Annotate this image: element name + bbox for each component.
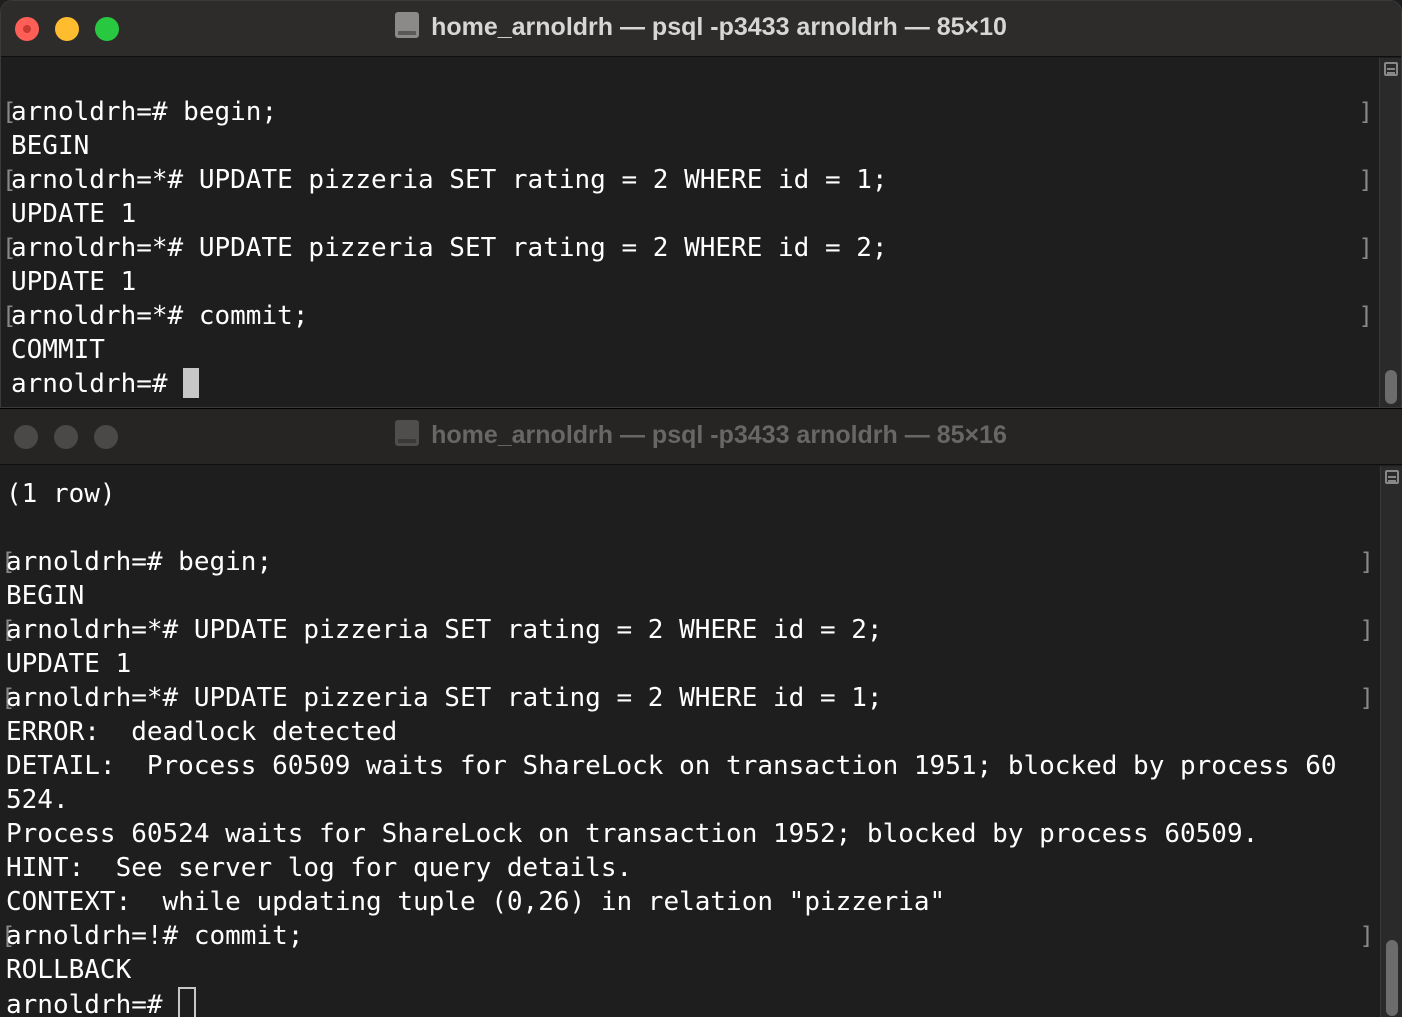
terminal-line: DETAIL: Process 60509 waits for ShareLoc… [0, 749, 1380, 783]
prompt-line[interactable]: arnoldrh=# [0, 987, 1380, 1017]
window-title: home_arnoldrh — psql -p3433 arnoldrh — 8… [0, 420, 1402, 450]
terminal-line: (1 row) [0, 477, 1380, 511]
terminal-line: [] arnoldrh=*# UPDATE pizzeria SET rating… [0, 681, 1380, 715]
terminal-line-text: CONTEXT: while updating tuple (0,26) in … [6, 887, 946, 917]
terminal-line: [] arnoldrh=!# commit; [0, 919, 1380, 953]
terminal-line: [] arnoldrh=*# UPDATE pizzeria SET rating… [1, 163, 1379, 197]
scrollbar[interactable] [1380, 466, 1402, 1017]
title-bar[interactable]: home_arnoldrh — psql -p3433 arnoldrh — 8… [0, 409, 1402, 465]
mark-bracket-right: ] [1358, 234, 1373, 262]
scrollbar-thumb[interactable] [1386, 940, 1398, 1016]
terminal-window-bottom[interactable]: home_arnoldrh — psql -p3433 arnoldrh — 8… [0, 408, 1402, 1017]
terminal-line-text: arnoldrh=# begin; [6, 547, 273, 577]
terminal-line-text: BEGIN [6, 581, 85, 611]
terminal-line: UPDATE 1 [1, 265, 1379, 299]
terminal-line-text: ROLLBACK [6, 955, 132, 985]
scrollbar[interactable] [1379, 58, 1401, 407]
terminal-line-text: UPDATE 1 [6, 649, 132, 679]
terminal-line-text: BEGIN [11, 131, 90, 161]
text-cursor [178, 987, 197, 1017]
terminal-line: UPDATE 1 [1, 197, 1379, 231]
terminal-line-text: (1 row) [6, 479, 116, 509]
terminal-line-text: HINT: See server log for query details. [6, 853, 633, 883]
window-title-text: home_arnoldrh — psql -p3433 arnoldrh — 8… [431, 421, 1007, 449]
prompt-text: arnoldrh=# [6, 987, 197, 1017]
mark-bracket-right: ] [1358, 166, 1373, 194]
terminal-line-text: DETAIL: Process 60509 waits for ShareLoc… [6, 751, 1337, 781]
prompt-label: arnoldrh=# [11, 369, 184, 399]
disk-icon [395, 12, 420, 38]
terminal-line: BEGIN [1, 129, 1379, 163]
mark-bracket-right: ] [1359, 616, 1374, 644]
terminal-line-text: arnoldrh=*# UPDATE pizzeria SET rating =… [6, 615, 883, 645]
prompt-label: arnoldrh=# [6, 990, 179, 1017]
terminal-line: CONTEXT: while updating tuple (0,26) in … [0, 885, 1380, 919]
terminal-line-text: COMMIT [11, 335, 105, 365]
mark-bracket-right: ] [1358, 302, 1373, 330]
scrollbar-thumb[interactable] [1385, 370, 1397, 404]
terminal-line: [] arnoldrh=# begin; [0, 545, 1380, 579]
terminal-line-text: UPDATE 1 [11, 267, 137, 297]
terminal-window-top[interactable]: home_arnoldrh — psql -p3433 arnoldrh — 8… [0, 0, 1402, 408]
mark-bracket-right: ] [1359, 548, 1374, 576]
terminal-line-text: arnoldrh=*# UPDATE pizzeria SET rating =… [6, 683, 883, 713]
split-view-icon[interactable] [1384, 62, 1398, 76]
terminal-line-text: arnoldrh=*# commit; [11, 301, 309, 331]
text-cursor [183, 368, 200, 398]
terminal-line: COMMIT [1, 333, 1379, 367]
terminal-line-text: arnoldrh=*# UPDATE pizzeria SET rating =… [11, 165, 888, 195]
terminal-line-text: arnoldrh=*# UPDATE pizzeria SET rating =… [11, 233, 888, 263]
terminal-line-text: ERROR: deadlock detected [6, 717, 398, 747]
terminal-line: [] arnoldrh=# begin; [1, 95, 1379, 129]
split-view-icon[interactable] [1385, 470, 1399, 484]
terminal-line: Process 60524 waits for ShareLock on tra… [0, 817, 1380, 851]
terminal-line-text: Process 60524 waits for ShareLock on tra… [6, 819, 1259, 849]
title-bar[interactable]: home_arnoldrh — psql -p3433 arnoldrh — 8… [1, 1, 1401, 57]
terminal-line: 524. [0, 783, 1380, 817]
terminal-line: ROLLBACK [0, 953, 1380, 987]
terminal-line: HINT: See server log for query details. [0, 851, 1380, 885]
mark-bracket-right: ] [1358, 98, 1373, 126]
terminal-line: UPDATE 1 [0, 647, 1380, 681]
disk-icon [395, 420, 420, 446]
mark-bracket-right: ] [1359, 684, 1374, 712]
terminal-content[interactable]: (1 row)[] arnoldrh=# begin; BEGIN[] arnoldr… [0, 466, 1380, 1017]
terminal-line: BEGIN [0, 579, 1380, 613]
terminal-line-text: arnoldrh=!# commit; [6, 921, 304, 951]
prompt-text: arnoldrh=# [11, 367, 200, 401]
terminal-line-text: UPDATE 1 [11, 199, 137, 229]
window-title: home_arnoldrh — psql -p3433 arnoldrh — 8… [1, 12, 1401, 42]
window-title-text: home_arnoldrh — psql -p3433 arnoldrh — 8… [431, 13, 1007, 41]
terminal-line: ERROR: deadlock detected [0, 715, 1380, 749]
terminal-line-text: 524. [6, 785, 69, 815]
terminal-line: [] arnoldrh=*# UPDATE pizzeria SET rating… [1, 231, 1379, 265]
mark-bracket-right: ] [1359, 922, 1374, 950]
terminal-line: [] arnoldrh=*# UPDATE pizzeria SET rating… [0, 613, 1380, 647]
terminal-content[interactable]: [] arnoldrh=# begin; BEGIN[] arnoldrh=*# UP… [1, 58, 1379, 407]
terminal-line: [] arnoldrh=*# commit; [1, 299, 1379, 333]
prompt-line[interactable]: arnoldrh=# [1, 367, 1379, 401]
terminal-line-text: arnoldrh=# begin; [11, 97, 278, 127]
